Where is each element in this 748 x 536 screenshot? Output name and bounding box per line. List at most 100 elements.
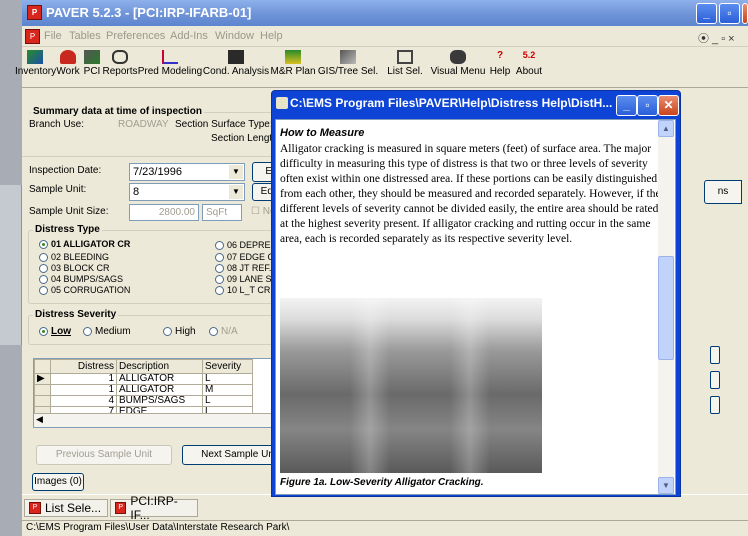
tb-pred-modeling-label: Pred Modeling xyxy=(137,66,203,77)
tb-reports-label: Reports xyxy=(102,66,138,77)
grid-hscroll[interactable]: ◀ xyxy=(34,413,296,427)
cell-severity[interactable]: L xyxy=(202,373,253,385)
tb-cond-analysis[interactable]: Cond. Analysis xyxy=(202,50,270,77)
radio-label: High xyxy=(175,326,196,337)
inspection-date-label: Inspection Date: xyxy=(29,165,102,176)
radio-05-corrugation[interactable]: 05 CORRUGATION xyxy=(39,285,130,295)
previous-sample-button[interactable]: Previous Sample Unit xyxy=(36,445,172,465)
menu-help[interactable]: Help xyxy=(260,30,283,42)
tb-pci[interactable]: PCI xyxy=(82,50,102,77)
menu-file[interactable]: File xyxy=(44,30,62,42)
tb-gis-tree[interactable]: GIS/Tree Sel. xyxy=(316,50,380,77)
table-row[interactable]: 1 ALLIGATOR M xyxy=(34,384,253,396)
menu-bar: P File Tables Preferences Add-Ins Window… xyxy=(22,26,748,47)
cell-distress[interactable]: 1 xyxy=(50,384,117,396)
sample-size-input[interactable]: 2800.00 xyxy=(129,204,199,221)
sample-size-label: Sample Unit Size: xyxy=(29,206,109,217)
cell-distress[interactable]: 1 xyxy=(50,373,117,385)
help-vscroll[interactable]: ▲ ▼ xyxy=(658,120,674,494)
col-distress[interactable]: Distress xyxy=(50,359,117,374)
images-button[interactable]: Images (0) xyxy=(32,473,84,491)
doc-icon[interactable]: P xyxy=(25,29,40,44)
help-minimize-button[interactable]: _ xyxy=(616,95,637,116)
menu-preferences[interactable]: Preferences xyxy=(106,30,165,42)
scroll-left-icon[interactable]: ◀ xyxy=(36,414,43,425)
radio-dot xyxy=(39,327,48,336)
right-small-button-3[interactable] xyxy=(710,396,720,414)
window-title: PAVER 5.2.3 - [PCI:IRP-IFARB-01] xyxy=(46,5,252,20)
distress-type-group: Distress Type 01 ALLIGATOR CR 02 BLEEDIN… xyxy=(28,224,298,304)
tb-visual-menu-label: Visual Menu xyxy=(430,66,486,77)
tb-about[interactable]: 5.2 About xyxy=(513,50,545,77)
chevron-down-icon[interactable]: ▼ xyxy=(229,185,243,199)
scroll-thumb[interactable] xyxy=(658,256,674,360)
sample-unit-select[interactable]: 8 ▼ xyxy=(129,183,245,201)
severity-medium[interactable]: Medium xyxy=(83,326,131,337)
scroll-up-icon[interactable]: ▲ xyxy=(658,120,674,137)
inventory-icon xyxy=(27,50,43,64)
radio-10-lt[interactable]: 10 L_T CR xyxy=(215,285,270,295)
radio-dot xyxy=(209,327,218,336)
cell-distress[interactable]: 4 xyxy=(50,395,117,407)
pred-modeling-icon xyxy=(162,50,178,64)
cond-analysis-icon xyxy=(228,50,244,64)
tb-help-label: Help xyxy=(489,66,511,77)
tb-mr-plan[interactable]: M&R Plan xyxy=(270,50,316,77)
scroll-down-icon[interactable]: ▼ xyxy=(658,477,674,494)
radio-01-alligator[interactable]: 01 ALLIGATOR CR xyxy=(39,239,130,249)
menu-window[interactable]: Window xyxy=(215,30,254,42)
col-severity[interactable]: Severity xyxy=(202,359,253,374)
menu-addins[interactable]: Add-Ins xyxy=(170,30,208,42)
title-bar[interactable]: P PAVER 5.2.3 - [PCI:IRP-IFARB-01] _ ▫ xyxy=(22,0,748,26)
app-icon: P xyxy=(27,5,42,20)
right-partial-button[interactable]: ns xyxy=(704,180,742,204)
row-selector[interactable] xyxy=(34,384,51,396)
mdi-controls-icon[interactable]: ⦿ _ ▫ × xyxy=(698,30,735,46)
severity-na[interactable]: N/A xyxy=(209,326,238,337)
cell-description[interactable]: BUMPS/SAGS xyxy=(116,395,203,407)
inspection-date-select[interactable]: 7/23/1996 ▼ xyxy=(129,163,245,181)
task-label: PCI:IRP-IF... xyxy=(130,494,178,522)
severity-low[interactable]: Low xyxy=(39,326,71,337)
severity-high[interactable]: High xyxy=(163,326,196,337)
sample-size-unit: SqFt xyxy=(202,204,242,221)
close-button[interactable] xyxy=(742,3,748,24)
cell-description[interactable]: ALLIGATOR xyxy=(116,373,203,385)
chevron-down-icon[interactable]: ▼ xyxy=(229,165,243,179)
tb-reports[interactable]: Reports xyxy=(102,50,138,77)
radio-09-lane[interactable]: 09 LANE SH xyxy=(215,274,278,284)
radio-dot xyxy=(39,274,48,284)
cell-severity[interactable]: L xyxy=(202,395,253,407)
cell-description[interactable]: ALLIGATOR xyxy=(116,384,203,396)
tb-help[interactable]: ? Help xyxy=(487,50,513,77)
tb-work[interactable]: Work xyxy=(55,50,81,77)
cell-severity[interactable]: M xyxy=(202,384,253,396)
radio-dot xyxy=(39,285,48,295)
col-description[interactable]: Description xyxy=(116,359,203,374)
right-small-button-2[interactable] xyxy=(710,371,720,389)
task-pci[interactable]: P PCI:IRP-IF... xyxy=(110,494,198,522)
row-selector[interactable] xyxy=(34,395,51,407)
radio-04-bumps[interactable]: 04 BUMPS/SAGS xyxy=(39,274,123,284)
distress-severity-group: Distress Severity Low Medium High N/A xyxy=(28,309,298,345)
task-list-select[interactable]: P List Sele... xyxy=(24,499,108,517)
help-close-button[interactable]: ✕ xyxy=(658,95,679,116)
help-maximize-button[interactable]: ▫ xyxy=(637,95,658,116)
menu-tables[interactable]: Tables xyxy=(69,30,101,42)
tb-visual-menu[interactable]: Visual Menu xyxy=(429,50,487,77)
radio-02-bleeding[interactable]: 02 BLEEDING xyxy=(39,252,109,262)
table-row[interactable]: 4 BUMPS/SAGS L xyxy=(34,395,253,407)
right-small-button-1[interactable] xyxy=(710,346,720,364)
table-row[interactable]: ▶ 1 ALLIGATOR L xyxy=(34,373,253,385)
maximize-button[interactable]: ▫ xyxy=(719,3,740,24)
help-paragraph: Alligator cracking is measured in square… xyxy=(280,143,661,245)
tb-pred-modeling[interactable]: Pred Modeling xyxy=(137,50,203,77)
reports-icon xyxy=(112,50,128,64)
radio-03-block[interactable]: 03 BLOCK CR xyxy=(39,263,110,273)
desktop-background xyxy=(0,185,22,345)
tb-list-sel[interactable]: List Sel. xyxy=(382,50,428,77)
row-selector-arrow-icon[interactable]: ▶ xyxy=(34,373,51,385)
minimize-button[interactable]: _ xyxy=(696,3,717,24)
tb-inventory[interactable]: Inventory xyxy=(15,50,56,77)
distress-grid[interactable]: Distress Description Severity ▶ 1 ALLIGATOR L… xyxy=(33,358,297,428)
